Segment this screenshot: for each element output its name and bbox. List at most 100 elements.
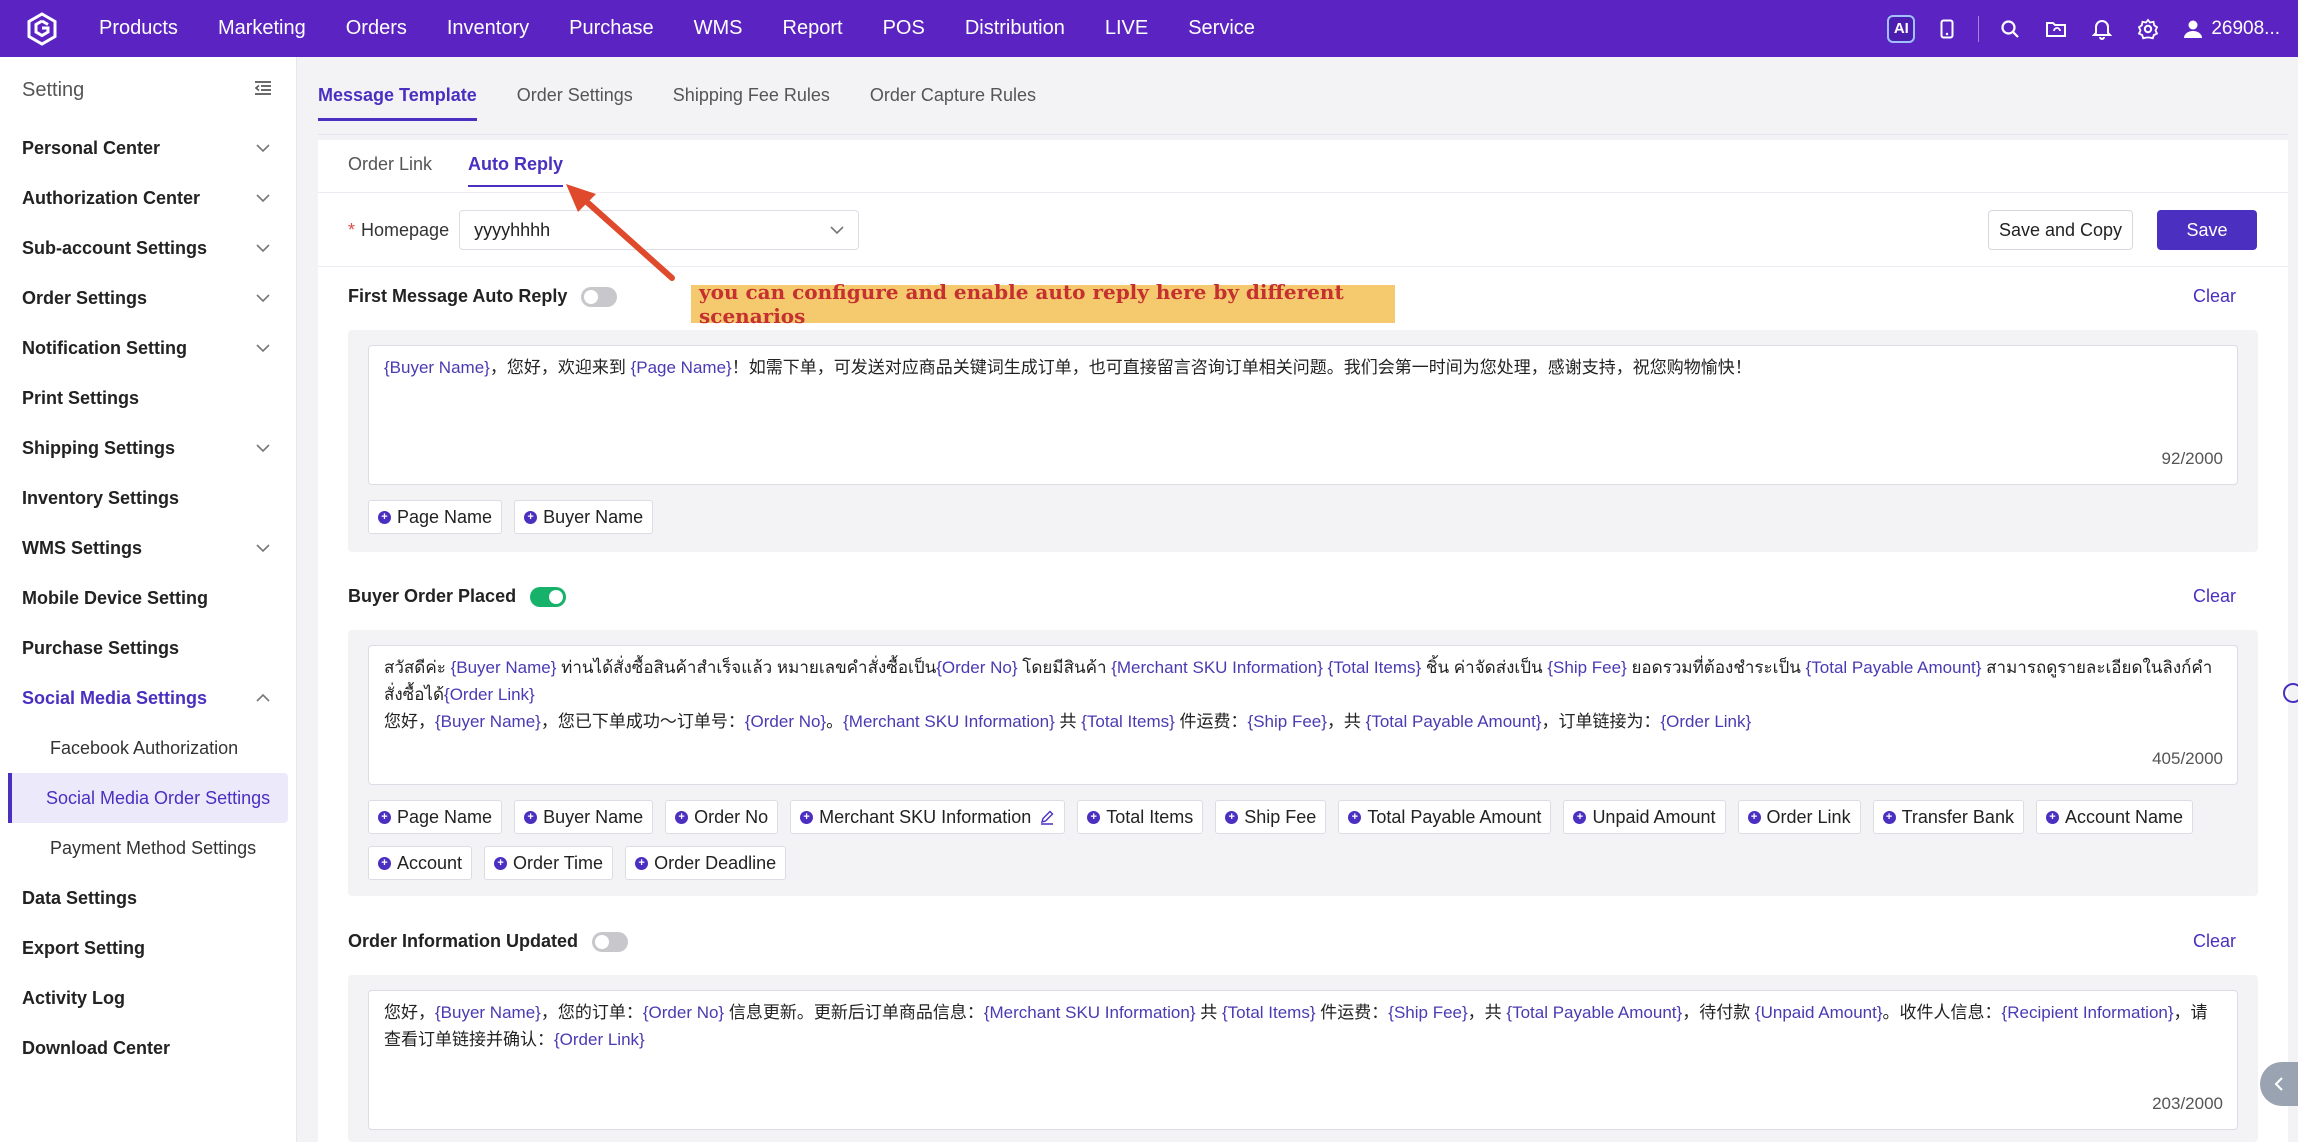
annotation-callout: you can configure and enable auto reply … — [691, 280, 1395, 328]
first-message-textarea[interactable]: {Buyer Name}，您好，欢迎来到 {Page Name}！如需下单，可发… — [368, 345, 2238, 485]
nav-item-inventory[interactable]: Inventory — [427, 0, 549, 57]
tab-order-capture-rules[interactable]: Order Capture Rules — [870, 85, 1036, 120]
order-updated-clear-link[interactable]: Clear — [2193, 931, 2236, 952]
subtab-auto-reply[interactable]: Auto Reply — [468, 154, 564, 187]
buyer-order-section-title: Buyer Order Placed — [348, 586, 567, 607]
nav-item-marketing[interactable]: Marketing — [198, 0, 326, 57]
order-updated-toggle[interactable] — [592, 931, 629, 952]
sidebar-title: Setting — [22, 78, 85, 101]
chip-buyer-name[interactable]: + Buyer Name — [514, 500, 654, 534]
sidebar-item-notification-setting[interactable]: Notification Setting — [0, 323, 296, 373]
sidebar-item-wms-settings[interactable]: WMS Settings — [0, 523, 296, 573]
nav-item-orders[interactable]: Orders — [326, 0, 427, 57]
buyer-order-clear-link[interactable]: Clear — [2193, 586, 2236, 607]
chip-label: Buyer Name — [543, 506, 644, 527]
sidebar-item-mobile-device-setting[interactable]: Mobile Device Setting — [0, 573, 296, 623]
chip-buyer-name[interactable]: + Buyer Name — [514, 800, 654, 834]
chip-transfer-bank[interactable]: + Transfer Bank — [1872, 800, 2024, 834]
chip-label: Order Time — [513, 852, 604, 873]
chip-total-items[interactable]: + Total Items — [1077, 800, 1204, 834]
user-menu[interactable]: 26908... — [2171, 18, 2298, 40]
nav-item-service[interactable]: Service — [1168, 0, 1275, 57]
add-circle-icon: + — [800, 810, 814, 824]
chevron-down-icon — [256, 194, 270, 203]
scroll-indicator-icon[interactable] — [2283, 683, 2298, 703]
sidebar-item-export-setting[interactable]: Export Setting — [0, 923, 296, 973]
nav-item-products[interactable]: Products — [79, 0, 198, 57]
sidebar-item-shipping-settings[interactable]: Shipping Settings — [0, 423, 296, 473]
nav-item-distribution[interactable]: Distribution — [945, 0, 1085, 57]
sidebar-item-activity-log[interactable]: Activity Log — [0, 973, 296, 1023]
toggle-knob — [584, 289, 599, 304]
sidebar-item-label: Data Settings — [22, 887, 138, 908]
chip-page-name[interactable]: + Page Name — [368, 500, 503, 534]
sidebar-item-personal-center[interactable]: Personal Center — [0, 123, 296, 173]
tab-shipping-fee-rules[interactable]: Shipping Fee Rules — [673, 85, 830, 120]
chevron-down-icon — [256, 244, 270, 253]
message-text: ，共 — [1326, 712, 1366, 731]
chip-order-time[interactable]: + Order Time — [484, 846, 614, 880]
buyer-order-textarea[interactable]: สวัสดีค่ะ {Buyer Name} ท่านได้สั่งซื้อสิ… — [368, 645, 2238, 785]
sidebar-subitem-facebook-authorization[interactable]: Facebook Authorization — [8, 723, 288, 773]
sidebar-item-data-settings[interactable]: Data Settings — [0, 873, 296, 923]
first-message-clear-link[interactable]: Clear — [2193, 286, 2236, 307]
chip-page-name[interactable]: + Page Name — [368, 800, 503, 834]
sidebar-subitem-payment-method-settings[interactable]: Payment Method Settings — [8, 823, 288, 873]
order-updated-textarea[interactable]: 您好，{Buyer Name}，您的订单：{Order No} 信息更新。更新后… — [368, 990, 2238, 1130]
sidebar-item-inventory-settings[interactable]: Inventory Settings — [0, 473, 296, 523]
message-variable: {Merchant SKU Information} — [1111, 658, 1323, 677]
tab-message-template[interactable]: Message Template — [318, 85, 477, 121]
edit-icon[interactable] — [1039, 809, 1055, 825]
add-circle-icon: + — [1882, 810, 1896, 824]
message-variable: {Total Payable Amount} — [1805, 658, 1982, 677]
message-variable: {Order No} — [744, 712, 827, 731]
sidebar-item-authorization-center[interactable]: Authorization Center — [0, 173, 296, 223]
save-button[interactable]: Save — [2157, 210, 2257, 250]
order-updated-title-text: Order Information Updated — [348, 931, 579, 951]
save-and-copy-button[interactable]: Save and Copy — [1988, 210, 2133, 250]
chip-order-link[interactable]: + Order Link — [1737, 800, 1861, 834]
sidebar-subitem-social-media-order-settings[interactable]: Social Media Order Settings — [8, 773, 288, 823]
chip-order-deadline[interactable]: + Order Deadline — [625, 846, 787, 880]
toolbar-divider — [1978, 15, 1980, 42]
ai-assistant-button[interactable]: AI — [1878, 0, 1924, 57]
chip-ship-fee[interactable]: + Ship Fee — [1215, 800, 1327, 834]
nav-item-pos[interactable]: POS — [863, 0, 945, 57]
sidebar-item-download-center[interactable]: Download Center — [0, 1023, 296, 1073]
chip-total-payable-amount[interactable]: + Total Payable Amount — [1338, 800, 1552, 834]
folder-sync-icon[interactable] — [2033, 0, 2079, 57]
collapse-panel-button[interactable] — [2260, 1062, 2298, 1106]
sidebar-item-label: Print Settings — [22, 387, 140, 408]
message-variable: {Ship Fee} — [1247, 712, 1327, 731]
chip-label: Unpaid Amount — [1592, 806, 1716, 827]
mobile-icon[interactable] — [1924, 0, 1970, 57]
nav-item-report[interactable]: Report — [763, 0, 863, 57]
sidebar-item-social-media-settings[interactable]: Social Media Settings — [0, 673, 296, 723]
sidebar-item-purchase-settings[interactable]: Purchase Settings — [0, 623, 296, 673]
chip-unpaid-amount[interactable]: + Unpaid Amount — [1563, 800, 1726, 834]
bell-icon[interactable] — [2079, 0, 2125, 57]
search-icon[interactable] — [1987, 0, 2033, 57]
chip-account[interactable]: + Account — [368, 846, 473, 880]
chip-merchant-sku-information[interactable]: + Merchant SKU Information — [790, 800, 1066, 834]
chip-label: Page Name — [397, 506, 493, 527]
message-variable: {Total Items} — [1221, 1003, 1316, 1022]
tab-order-settings[interactable]: Order Settings — [517, 85, 633, 120]
collapse-sidebar-icon[interactable] — [254, 79, 272, 102]
message-variable: {Order Link} — [444, 685, 535, 704]
message-text: ！如需下单，可发送对应商品关键词生成订单，也可直接留言咨询订单相关问题。我们会第… — [731, 358, 1752, 377]
chip-order-no[interactable]: + Order No — [665, 800, 779, 834]
sidebar-item-sub-account-settings[interactable]: Sub-account Settings — [0, 223, 296, 273]
nav-item-purchase[interactable]: Purchase — [549, 0, 674, 57]
buyer-order-toggle[interactable] — [530, 586, 567, 607]
first-message-toggle[interactable] — [581, 286, 618, 307]
nav-item-live[interactable]: LIVE — [1085, 0, 1168, 57]
sidebar-item-order-settings[interactable]: Order Settings — [0, 273, 296, 323]
message-text: โดยมีสินค้า — [1017, 658, 1112, 677]
chip-account-name[interactable]: + Account Name — [2035, 800, 2194, 834]
gear-icon[interactable] — [2125, 0, 2171, 57]
nav-item-wms[interactable]: WMS — [674, 0, 763, 57]
app-logo-icon[interactable] — [24, 11, 59, 46]
sidebar-item-print-settings[interactable]: Print Settings — [0, 373, 296, 423]
subtab-order-link[interactable]: Order Link — [348, 154, 432, 187]
